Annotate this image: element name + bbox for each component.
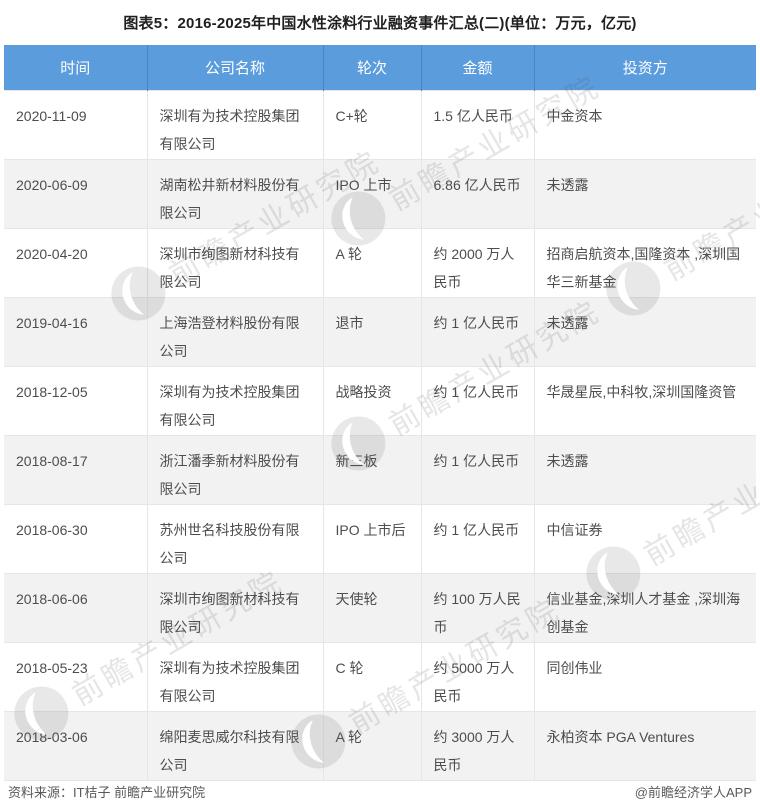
cell-amount: 约 1 亿人民币 (420, 297, 534, 367)
cell-investor: 未透露 (533, 435, 756, 505)
cell-investor: 中信证券 (533, 504, 756, 574)
col-header-investor: 投资方 (533, 45, 756, 91)
cell-investor: 未透露 (533, 297, 756, 367)
cell-company: 深圳市绚图新材科技有限公司 (146, 228, 323, 298)
table-row: 2019-04-16 上海浩登材料股份有限公司 退市 约 1 亿人民币 未透露 (4, 297, 756, 367)
cell-round: C 轮 (322, 642, 421, 712)
source-note: 资料来源：IT桔子 前瞻产业研究院 (8, 785, 206, 800)
cell-company: 深圳市绚图新材科技有限公司 (146, 573, 323, 643)
cell-investor: 信业基金,深圳人才基金 ,深圳海创基金 (533, 573, 756, 643)
figure-title: 图表5：2016-2025年中国水性涂料行业融资事件汇总(二)(单位：万元，亿元… (123, 15, 637, 32)
cell-date: 2018-05-23 (4, 642, 147, 712)
cell-company: 湖南松井新材料股份有限公司 (146, 159, 323, 229)
cell-investor: 中金资本 (533, 90, 756, 160)
cell-date: 2018-06-30 (4, 504, 147, 574)
cell-investor: 未透露 (533, 159, 756, 229)
cell-amount: 约 1 亿人民币 (420, 435, 534, 505)
cell-amount: 6.86 亿人民币 (420, 159, 534, 229)
cell-company: 深圳有为技术控股集团有限公司 (146, 366, 323, 436)
col-header-round: 轮次 (322, 45, 421, 91)
financing-events-table: 时间 公司名称 轮次 金额 投资方 2020-11-09 深圳有为技术控股集团有… (4, 45, 756, 781)
table-row: 2020-11-09 深圳有为技术控股集团有限公司 C+轮 1.5 亿人民币 中… (4, 90, 756, 160)
table-row: 2020-04-20 深圳市绚图新材科技有限公司 A 轮 约 2000 万人民币… (4, 228, 756, 298)
cell-amount: 约 5000 万人民币 (420, 642, 534, 712)
cell-date: 2020-11-09 (4, 90, 147, 160)
cell-round: 战略投资 (322, 366, 421, 436)
cell-round: C+轮 (322, 90, 421, 160)
cell-date: 2018-12-05 (4, 366, 147, 436)
cell-round: A 轮 (322, 711, 421, 781)
cell-investor: 华晟星辰,中科牧,深圳国隆资管 (533, 366, 756, 436)
cell-date: 2018-06-06 (4, 573, 147, 643)
cell-investor: 同创伟业 (533, 642, 756, 712)
cell-date: 2020-04-20 (4, 228, 147, 298)
cell-investor: 永柏资本 PGA Ventures (533, 711, 756, 781)
cell-round: 退市 (322, 297, 421, 367)
cell-date: 2019-04-16 (4, 297, 147, 367)
cell-round: A 轮 (322, 228, 421, 298)
table-row: 2018-08-17 浙江潘季新材料股份有限公司 新三板 约 1 亿人民币 未透… (4, 435, 756, 505)
cell-company: 深圳有为技术控股集团有限公司 (146, 642, 323, 712)
table-row: 2018-03-06 绵阳麦思威尔科技有限公司 A 轮 约 3000 万人民币 … (4, 711, 756, 781)
table-row: 2018-06-30 苏州世名科技股份有限公司 IPO 上市后 约 1 亿人民币… (4, 504, 756, 574)
cell-date: 2018-03-06 (4, 711, 147, 781)
table-row: 2018-12-05 深圳有为技术控股集团有限公司 战略投资 约 1 亿人民币 … (4, 366, 756, 436)
col-header-amount: 金额 (420, 45, 534, 91)
cell-company: 绵阳麦思威尔科技有限公司 (146, 711, 323, 781)
cell-round: IPO 上市后 (322, 504, 421, 574)
cell-company: 浙江潘季新材料股份有限公司 (146, 435, 323, 505)
cell-amount: 1.5 亿人民币 (420, 90, 534, 160)
col-header-time: 时间 (4, 45, 147, 91)
header-row: 时间 公司名称 轮次 金额 投资方 (4, 45, 756, 91)
cell-amount: 约 1 亿人民币 (420, 366, 534, 436)
cell-amount: 约 1 亿人民币 (420, 504, 534, 574)
cell-company: 苏州世名科技股份有限公司 (146, 504, 323, 574)
footer: 资料来源：IT桔子 前瞻产业研究院 @前瞻经济学人APP (8, 782, 752, 801)
table-row: 2018-06-06 深圳市绚图新材科技有限公司 天使轮 约 100 万人民币 … (4, 573, 756, 643)
cell-round: IPO 上市 (322, 159, 421, 229)
cell-date: 2020-06-09 (4, 159, 147, 229)
cell-amount: 约 2000 万人民币 (420, 228, 534, 298)
cell-amount: 约 100 万人民币 (420, 573, 534, 643)
cell-amount: 约 3000 万人民币 (420, 711, 534, 781)
table-row: 2018-05-23 深圳有为技术控股集团有限公司 C 轮 约 5000 万人民… (4, 642, 756, 712)
cell-company: 深圳有为技术控股集团有限公司 (146, 90, 323, 160)
cell-investor: 招商启航资本,国隆资本 ,深圳国华三新基金 (533, 228, 756, 298)
cell-round: 新三板 (322, 435, 421, 505)
cell-company: 上海浩登材料股份有限公司 (146, 297, 323, 367)
table-row: 2020-06-09 湖南松井新材料股份有限公司 IPO 上市 6.86 亿人民… (4, 159, 756, 229)
cell-round: 天使轮 (322, 573, 421, 643)
cell-date: 2018-08-17 (4, 435, 147, 505)
col-header-company: 公司名称 (146, 45, 323, 91)
data-table: 时间 公司名称 轮次 金额 投资方 2020-11-09 深圳有为技术控股集团有… (4, 45, 756, 781)
credit-note: @前瞻经济学人APP (634, 785, 752, 800)
